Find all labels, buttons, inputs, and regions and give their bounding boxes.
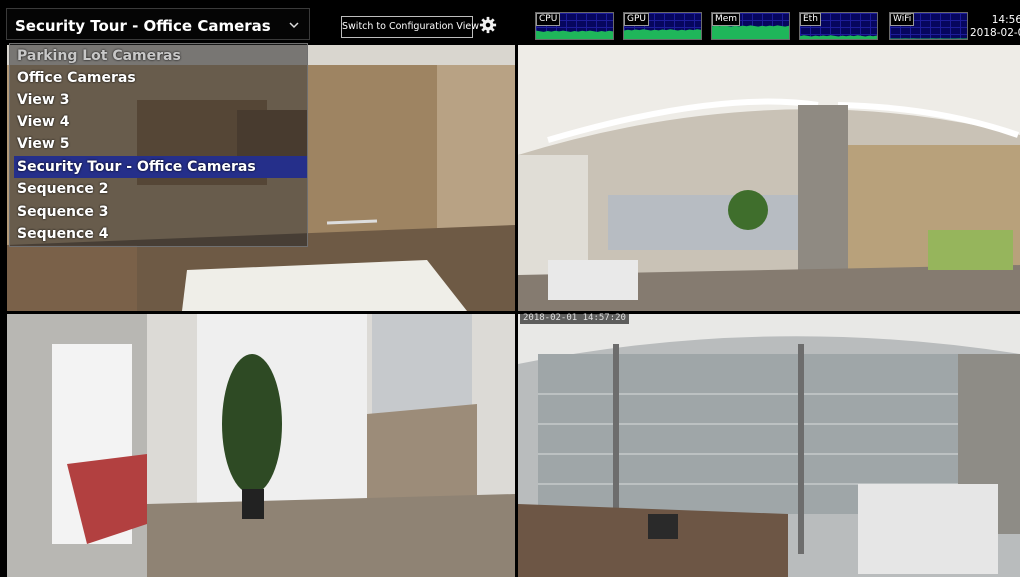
view-menu-item[interactable]: Parking Lot Cameras — [14, 45, 307, 67]
top-bar: Security Tour - Office Cameras Switch to… — [0, 0, 1020, 43]
view-dropdown-menu: Parking Lot Cameras Office Cameras View … — [9, 43, 308, 247]
view-menu-item-selected[interactable]: Security Tour - Office Cameras — [14, 156, 307, 178]
clock-time: 14:56 — [991, 14, 1020, 26]
meter-label: WiFi — [890, 13, 915, 26]
meter-eth: Eth — [799, 12, 878, 40]
view-menu-item[interactable]: Office Cameras — [14, 67, 307, 89]
camera-tile-2[interactable] — [518, 45, 1020, 311]
camera-feed-hallway — [7, 314, 515, 577]
switch-to-configuration-button[interactable]: Switch to Configuration View — [341, 16, 479, 38]
view-menu-item[interactable]: Sequence 4 — [14, 223, 307, 245]
meter-cpu: CPU — [535, 12, 614, 40]
meter-fill — [536, 30, 613, 39]
meter-gpu: GPU — [623, 12, 702, 40]
meter-fill — [712, 25, 789, 39]
view-menu-item[interactable]: View 4 — [14, 111, 307, 133]
camera-tile-4[interactable] — [518, 314, 1020, 577]
camera-feed-glass-office — [518, 314, 1020, 577]
meter-label: Eth — [800, 13, 821, 26]
view-menu-item[interactable]: Sequence 3 — [14, 201, 307, 223]
gear-icon[interactable] — [479, 16, 497, 34]
meter-fill — [624, 29, 701, 39]
clock-date: 2018-02-01 — [970, 27, 1020, 39]
current-view-title: Security Tour - Office Cameras — [15, 17, 271, 35]
clock: 14:56 2018-02-01 — [970, 14, 1020, 40]
view-menu-item[interactable]: View 5 — [14, 133, 307, 155]
meter-fill — [890, 38, 967, 39]
meter-label: CPU — [536, 13, 561, 26]
meter-mem: Mem — [711, 12, 790, 40]
camera-timestamp: 2018-02-01 14:57:20 — [520, 313, 629, 324]
view-selector-dropdown[interactable]: Security Tour - Office Cameras — [6, 8, 310, 40]
chevron-down-icon — [289, 22, 299, 29]
meter-fill — [800, 35, 877, 39]
camera-feed-office-fisheye — [518, 45, 1020, 311]
meter-label: GPU — [624, 13, 649, 26]
view-menu-item[interactable]: Sequence 2 — [14, 178, 307, 200]
meter-wifi: WiFi — [889, 12, 968, 40]
view-menu-item[interactable]: View 3 — [14, 89, 307, 111]
meter-label: Mem — [712, 13, 741, 26]
camera-tile-3[interactable] — [7, 314, 515, 577]
